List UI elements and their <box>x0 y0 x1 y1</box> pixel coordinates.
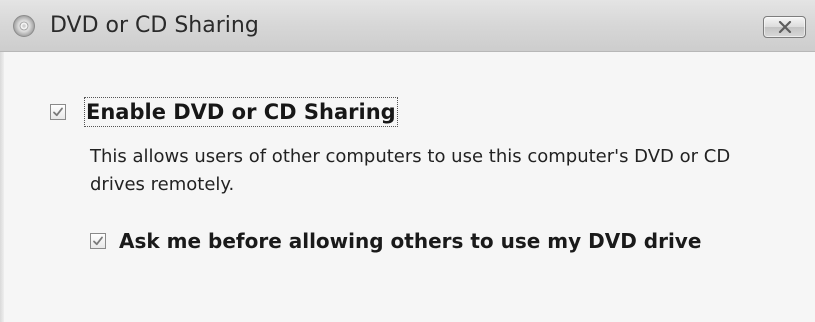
close-icon <box>778 21 792 33</box>
window-title: DVD or CD Sharing <box>50 13 259 38</box>
dvd-disc-icon <box>12 14 36 38</box>
left-border <box>0 52 4 322</box>
ask-before-allowing-label[interactable]: Ask me before allowing others to use my … <box>119 227 701 255</box>
enable-sharing-label[interactable]: Enable DVD or CD Sharing <box>84 97 398 127</box>
enable-sharing-checkbox[interactable] <box>50 104 66 120</box>
dvd-cd-sharing-dialog: DVD or CD Sharing Enable DVD or CD Shari… <box>0 0 815 322</box>
checkmark-icon <box>53 107 63 117</box>
sharing-description: This allows users of other computers to … <box>90 146 731 195</box>
checkmark-icon <box>93 236 103 246</box>
ask-before-allowing-checkbox[interactable] <box>90 233 106 249</box>
title-bar: DVD or CD Sharing <box>0 0 815 52</box>
close-button[interactable] <box>763 16 806 38</box>
